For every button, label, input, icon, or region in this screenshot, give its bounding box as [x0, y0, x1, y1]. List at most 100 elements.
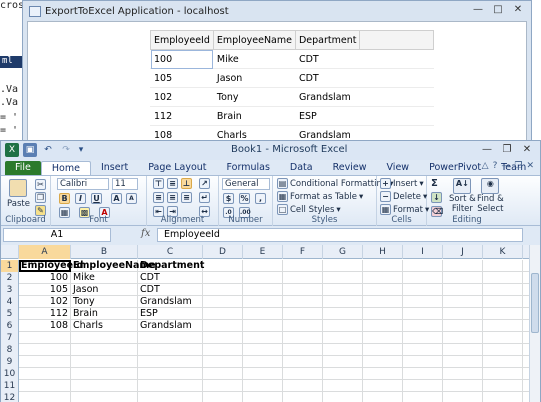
grid-row[interactable]: 102 Tony Grandslam — [150, 87, 434, 107]
cell[interactable] — [243, 368, 283, 380]
select-all-corner[interactable] — [1, 245, 19, 259]
cell[interactable] — [203, 392, 243, 402]
cut-icon[interactable]: ✂ — [35, 179, 46, 190]
cell[interactable] — [283, 332, 323, 344]
cell[interactable] — [283, 260, 323, 272]
cell[interactable] — [483, 320, 523, 332]
cell[interactable] — [203, 356, 243, 368]
grid-cell[interactable]: ESP — [295, 106, 360, 126]
row-header[interactable]: 3 — [1, 284, 19, 296]
cell[interactable] — [483, 332, 523, 344]
cell[interactable] — [403, 332, 443, 344]
cell[interactable] — [138, 368, 203, 380]
column-header[interactable]: I — [403, 245, 443, 259]
comma-style-icon[interactable]: , — [255, 193, 266, 204]
row-header[interactable]: 2 — [1, 272, 19, 284]
help-icon[interactable]: ? — [493, 161, 498, 171]
cell[interactable]: 108 — [19, 320, 71, 332]
cell[interactable] — [323, 284, 363, 296]
cell[interactable] — [71, 332, 138, 344]
save-icon[interactable]: ▣ — [23, 143, 37, 157]
cell[interactable] — [483, 368, 523, 380]
grid-cell[interactable]: 112 — [150, 106, 214, 126]
column-header[interactable]: C — [138, 245, 203, 259]
tab-data[interactable]: Data — [280, 161, 323, 175]
copy-icon[interactable]: ❐ — [35, 192, 46, 203]
cell[interactable] — [363, 320, 403, 332]
cell[interactable] — [243, 344, 283, 356]
cell[interactable] — [19, 356, 71, 368]
column-header[interactable]: B — [71, 245, 138, 259]
cell[interactable] — [323, 272, 363, 284]
cell[interactable] — [483, 308, 523, 320]
cell[interactable] — [443, 308, 483, 320]
cell[interactable] — [363, 332, 403, 344]
cell[interactable] — [403, 380, 443, 392]
grid-cell[interactable]: 102 — [150, 87, 214, 107]
column-header[interactable]: E — [243, 245, 283, 259]
undo-icon[interactable]: ↶ — [41, 143, 55, 157]
cell[interactable] — [283, 284, 323, 296]
cell[interactable] — [243, 284, 283, 296]
cell[interactable] — [323, 260, 363, 272]
underline-button[interactable]: U — [91, 193, 102, 204]
cell[interactable]: 112 — [19, 308, 71, 320]
cell[interactable] — [403, 296, 443, 308]
minimize-icon[interactable]: — — [480, 144, 494, 156]
cell[interactable] — [243, 320, 283, 332]
minimize-icon[interactable]: — — [501, 161, 510, 171]
formula-input[interactable]: EmployeeId — [157, 228, 523, 242]
vertical-scrollbar[interactable] — [529, 245, 540, 402]
cell[interactable] — [443, 260, 483, 272]
grid-header[interactable]: EmployeeId — [150, 30, 214, 50]
cell[interactable] — [203, 368, 243, 380]
column-header[interactable]: J — [443, 245, 483, 259]
cell[interactable] — [71, 392, 138, 402]
cell[interactable] — [243, 260, 283, 272]
cell[interactable] — [403, 344, 443, 356]
column-header[interactable]: H — [363, 245, 403, 259]
align-right-icon[interactable]: ≡ — [181, 192, 192, 203]
align-middle-icon[interactable]: ≡ — [167, 178, 178, 189]
grid-row[interactable]: 112 Brain ESP — [150, 106, 434, 126]
grid-cell[interactable]: Grandslam — [295, 87, 360, 107]
cell[interactable] — [403, 260, 443, 272]
tab-home[interactable]: Home — [40, 161, 91, 175]
grid-cell[interactable]: Jason — [213, 68, 296, 88]
cell[interactable] — [323, 368, 363, 380]
tab-powerpivot[interactable]: PowerPivot — [419, 161, 491, 175]
cell[interactable] — [71, 344, 138, 356]
cell[interactable] — [483, 296, 523, 308]
cell[interactable] — [403, 320, 443, 332]
cell[interactable] — [323, 380, 363, 392]
grid-cell[interactable]: Mike — [213, 49, 296, 69]
cell[interactable]: Mike — [71, 272, 138, 284]
cell[interactable] — [19, 368, 71, 380]
column-header[interactable]: A — [19, 245, 71, 259]
cell[interactable] — [323, 296, 363, 308]
cell[interactable] — [443, 368, 483, 380]
cell[interactable] — [403, 308, 443, 320]
cell[interactable]: CDT — [138, 284, 203, 296]
cell[interactable] — [363, 380, 403, 392]
italic-button[interactable]: I — [75, 193, 86, 204]
format-cells-button[interactable]: ▦ Format ▾ — [380, 204, 429, 215]
align-center-icon[interactable]: ≡ — [167, 192, 178, 203]
cell[interactable] — [443, 380, 483, 392]
cell[interactable] — [283, 308, 323, 320]
font-name-dropdown[interactable]: Calibri — [57, 178, 109, 190]
grow-font-button[interactable]: A — [111, 193, 122, 204]
minimize-icon[interactable]: — — [471, 4, 485, 16]
cell[interactable] — [483, 284, 523, 296]
shrink-font-button[interactable]: A — [126, 193, 137, 204]
grid-cell[interactable]: 105 — [150, 68, 214, 88]
tab-review[interactable]: Review — [323, 161, 377, 175]
restore-icon[interactable]: ❐ — [500, 144, 514, 156]
cell[interactable] — [203, 260, 243, 272]
grid-cell[interactable]: 100 — [150, 49, 214, 69]
cell[interactable] — [243, 356, 283, 368]
cell[interactable] — [283, 392, 323, 402]
cell[interactable] — [323, 392, 363, 402]
cell[interactable]: Jason — [71, 284, 138, 296]
cell[interactable] — [138, 356, 203, 368]
